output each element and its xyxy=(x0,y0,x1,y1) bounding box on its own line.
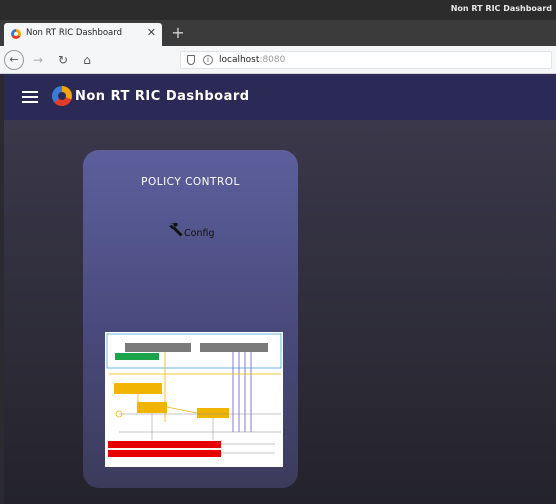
os-titlebar: Non RT RIC Dashboard xyxy=(0,0,556,20)
policy-control-card[interactable]: POLICY CONTROL Config xyxy=(83,150,298,488)
shield-icon[interactable] xyxy=(187,55,195,65)
url-host: localhost xyxy=(219,55,260,65)
forward-arrow-icon: → xyxy=(32,53,44,67)
config-label: Config xyxy=(184,228,215,239)
card-title: POLICY CONTROL xyxy=(141,176,240,188)
browser-tabstrip: Non RT RIC Dashboard ✕ + xyxy=(0,20,556,46)
home-icon: ⌂ xyxy=(83,53,91,67)
architecture-diagram xyxy=(105,332,283,467)
browser-navbar: ← → ↻ ⌂ i localhost:8080 xyxy=(0,46,556,74)
main-content: POLICY CONTROL Config xyxy=(4,120,556,504)
back-button[interactable]: ← xyxy=(4,50,24,70)
url-port: :8080 xyxy=(259,55,286,65)
plus-icon: + xyxy=(171,23,185,42)
home-button[interactable]: ⌂ xyxy=(79,50,95,70)
reload-button[interactable]: ↻ xyxy=(55,50,71,70)
url-text[interactable]: localhost:8080 xyxy=(219,55,285,65)
back-arrow-icon: ← xyxy=(9,53,19,66)
tab-title: Non RT RIC Dashboard xyxy=(26,28,122,38)
new-tab-button[interactable]: + xyxy=(168,23,188,43)
os-window-title: Non RT RIC Dashboard xyxy=(450,4,552,13)
hamburger-icon[interactable] xyxy=(22,91,38,103)
info-icon[interactable]: i xyxy=(203,55,213,65)
forward-button[interactable]: → xyxy=(30,50,46,70)
url-bar[interactable]: i localhost:8080 xyxy=(180,51,552,69)
app-header: Non RT RIC Dashboard xyxy=(4,74,556,120)
reload-icon: ↻ xyxy=(57,53,69,67)
wrench-icon xyxy=(169,223,183,237)
onap-logo-icon xyxy=(52,86,72,106)
app-title: Non RT RIC Dashboard xyxy=(75,89,250,104)
close-icon[interactable]: ✕ xyxy=(147,26,156,39)
browser-tab[interactable]: Non RT RIC Dashboard ✕ xyxy=(4,23,162,46)
onap-logo-icon xyxy=(11,29,21,39)
